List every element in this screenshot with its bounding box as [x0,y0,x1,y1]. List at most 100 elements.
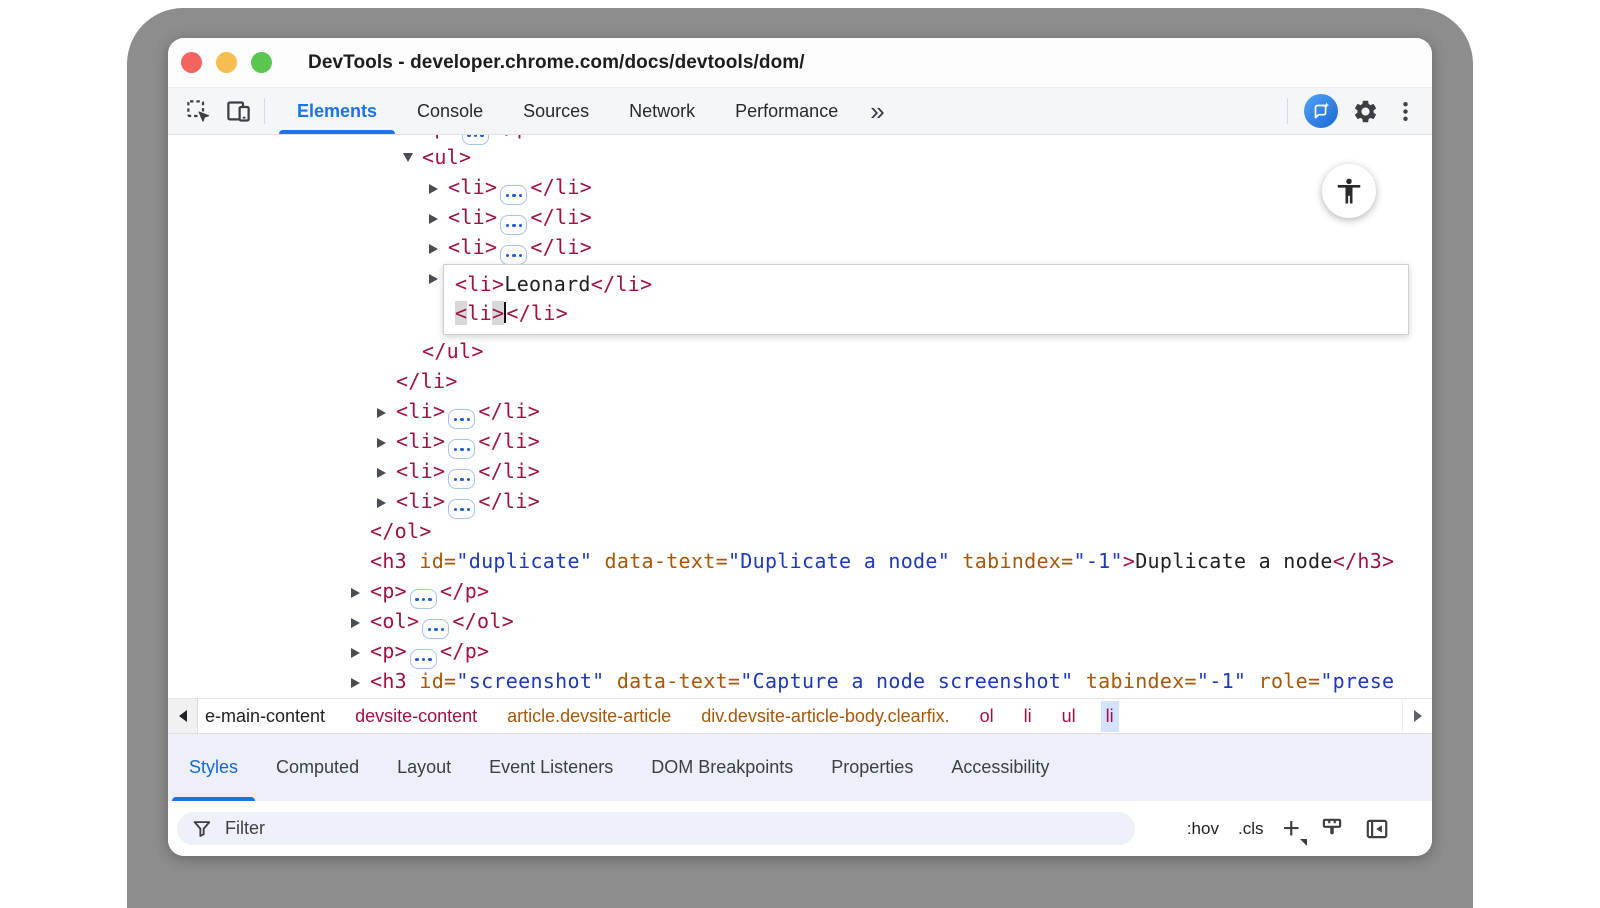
expand-arrow-icon[interactable] [429,232,448,262]
filter-funnel-icon [191,818,213,840]
dom-token-tag: li [467,301,492,325]
dom-token-text [407,669,419,693]
expand-arrow-icon[interactable] [351,636,370,666]
more-panels-chevron-icon[interactable]: » [858,88,896,134]
toggle-element-classes-button[interactable]: .cls [1238,819,1264,839]
dom-token-text [1073,669,1085,693]
left-triangle-icon [179,710,187,722]
expand-arrow-icon[interactable] [351,666,370,696]
expand-arrow-icon[interactable] [377,426,396,456]
expand-arrow-icon[interactable] [403,135,422,142]
dom-tree-row[interactable]: </ul> [168,336,1432,366]
dom-token-tag: </li> [530,205,592,229]
dom-token-tag: <h3 [370,669,407,693]
dom-tree-row[interactable]: </ol> [168,516,1432,546]
close-window-button[interactable] [181,52,202,73]
toolbar-right-divider [1287,98,1288,124]
dom-token-tag: </li> [478,459,540,483]
dom-token-tag: </ol> [452,609,514,633]
tab-network[interactable]: Network [609,88,715,134]
dom-tree-row[interactable]: <ul> [168,142,1432,172]
breadcrumb-item[interactable]: article.devsite-article [502,701,676,732]
dom-tree-row[interactable]: <li></li> [168,426,1432,456]
dom-tree-row[interactable]: <ol></ol> [168,606,1432,636]
expand-arrow-icon[interactable] [429,202,448,232]
dom-token-val: "Duplicate a node" [728,549,950,573]
sidebar-tab-accessibility[interactable]: Accessibility [932,734,1068,801]
inline-edit-line[interactable]: <li>Leonard</li> [455,270,1408,299]
expand-arrow-icon[interactable] [429,172,448,202]
breadcrumb-item[interactable]: e-main-content [200,701,330,732]
dom-token-tag: <ul> [422,145,471,169]
minimize-window-button[interactable] [216,52,237,73]
breadcrumb-item[interactable]: ol [975,701,999,732]
dom-tree-row[interactable]: <li></li> [168,172,1432,202]
sidebar-tab-layout[interactable]: Layout [378,734,470,801]
ai-chat-sparkle-glyph [1310,100,1332,122]
sidebar-tab-styles[interactable]: Styles [170,734,257,801]
expand-arrow-icon[interactable] [377,456,396,486]
sidebar-tab-dom-breakpoints[interactable]: DOM Breakpoints [632,734,812,801]
breadcrumb-item[interactable]: ul [1057,701,1081,732]
window-title: DevTools - developer.chrome.com/docs/dev… [308,52,805,74]
device-toolbar-icon[interactable] [218,88,258,134]
dom-token-tag: </ul> [422,339,484,363]
expand-arrow-icon[interactable] [377,486,396,516]
more-options-icon[interactable] [1393,99,1418,124]
dom-token-tag: <li> [396,459,445,483]
styles-filter-input[interactable]: Filter [177,812,1135,845]
tab-console[interactable]: Console [397,88,503,134]
dom-token-tag: <li> [448,235,497,259]
dom-tree-row[interactable]: <li></li> [168,202,1432,232]
dom-token-tag: </li> [591,272,653,296]
breadcrumb-item[interactable]: devsite-content [350,701,482,732]
dom-tree-row[interactable]: <li> </li> [168,456,1432,486]
dom-token-taghl: < [455,301,467,325]
dom-tree-row[interactable]: <p></p> [168,135,1432,142]
dom-tree-row[interactable]: <p></p> [168,576,1432,606]
expand-arrow-icon[interactable] [403,142,422,172]
zoom-window-button[interactable] [251,52,272,73]
accessibility-widget-button[interactable] [1322,164,1376,218]
inspect-element-icon[interactable] [178,88,218,134]
inline-edit-line[interactable]: <li></li> [455,299,1408,328]
sidebar-tab-event-listeners[interactable]: Event Listeners [470,734,632,801]
dom-tree-row[interactable]: <li>Leonard</li><li></li> [168,262,1432,336]
ai-assistance-icon[interactable] [1304,94,1338,128]
tab-sources[interactable]: Sources [503,88,609,134]
dom-tree-row[interactable]: <li></li> [168,486,1432,516]
toggle-pseudo-state-button[interactable]: :hov [1187,819,1219,839]
dom-token-val: "-1" [1197,669,1246,693]
inspect-icon [185,98,212,125]
expand-arrow-icon[interactable] [351,576,370,606]
dom-tree-row[interactable]: </li> [168,366,1432,396]
expand-arrow-icon[interactable] [351,606,370,636]
new-style-rule-button[interactable]: + [1282,814,1300,844]
expand-arrow-icon[interactable] [377,396,396,426]
dom-token-attr: tabindex= [962,549,1073,573]
breadcrumb-item[interactable]: li [1101,701,1119,732]
tab-elements[interactable]: Elements [277,88,397,134]
settings-gear-icon[interactable] [1352,98,1379,125]
dock-sidebar-toggle-icon[interactable] [1364,816,1390,842]
rendering-brush-icon[interactable] [1319,816,1345,842]
breadcrumb-item[interactable]: li [1019,701,1037,732]
breadcrumb-scroll-right-button[interactable] [1402,699,1432,733]
dom-token-attr: tabindex= [1086,669,1197,693]
dom-token-attr: data-text= [605,549,728,573]
sidebar-tab-properties[interactable]: Properties [812,734,932,801]
dom-token-val: "Capture a node screenshot" [740,669,1073,693]
dom-token-tag: <li> [396,429,445,453]
dom-tree-row[interactable]: <li></li> [168,396,1432,426]
breadcrumb-scroll-left-button[interactable] [168,699,198,733]
dom-tree-row[interactable]: <h3 id="screenshot" data-text="Capture a… [168,666,1432,696]
inline-edit-box[interactable]: <li>Leonard</li><li></li> [443,264,1409,335]
dom-tree-row[interactable]: <h3 id="duplicate" data-text="Duplicate … [168,546,1432,576]
dom-tree-row[interactable]: <p></p> [168,636,1432,666]
breadcrumb-item[interactable]: div.devsite-article-body.clearfix. [696,701,954,732]
dom-tree-row[interactable]: <li></li> [168,232,1432,262]
sidebar-tab-computed[interactable]: Computed [257,734,378,801]
tab-performance[interactable]: Performance [715,88,858,134]
elements-dom-tree: <p></p><ul><li></li><li></li><li></li><l… [168,135,1432,698]
styles-toolbar-buttons: :hov .cls + [1187,814,1390,844]
